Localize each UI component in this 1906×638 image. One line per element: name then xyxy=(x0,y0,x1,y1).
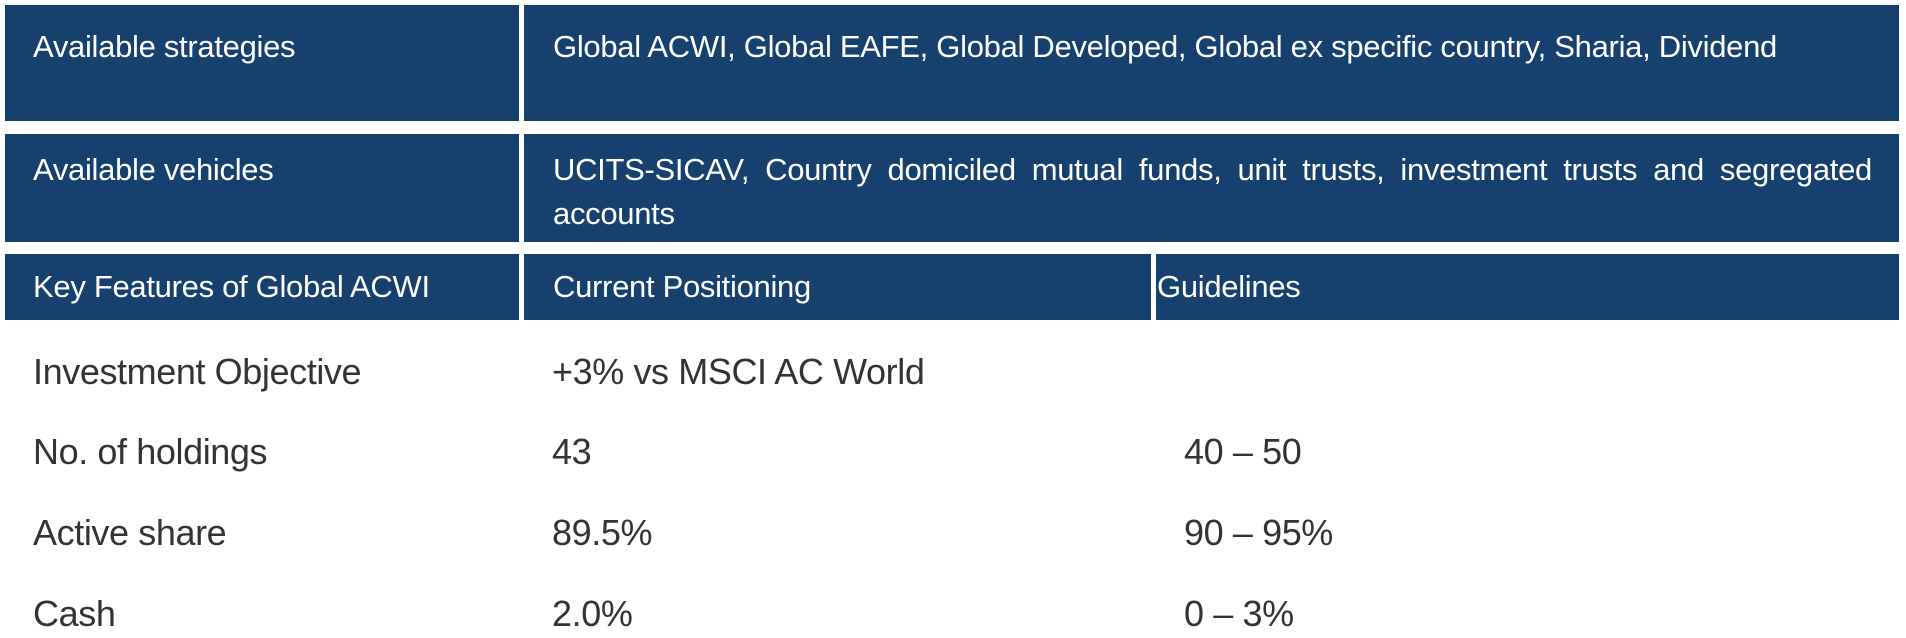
feature-label: No. of holdings xyxy=(33,431,268,472)
strategies-label-cell: Available strategies xyxy=(5,5,519,121)
strategies-label: Available strategies xyxy=(33,29,296,64)
header-guidelines: Guidelines xyxy=(1157,269,1301,304)
header-cell-current: Current Positioning xyxy=(524,254,1151,320)
strategies-value-cell: Global ACWI, Global EAFE, Global Develop… xyxy=(524,5,1899,121)
feature-label: Cash xyxy=(33,593,116,634)
header-feature: Key Features of Global ACWI xyxy=(33,269,430,304)
header-cell-guidelines: Guidelines xyxy=(1156,254,1899,320)
header-current: Current Positioning xyxy=(553,269,811,304)
current-value: +3% vs MSCI AC World xyxy=(552,351,925,392)
current-value: 2.0% xyxy=(552,593,633,634)
guideline-value: 40 – 50 xyxy=(1184,431,1302,472)
vehicles-label: Available vehicles xyxy=(33,152,274,187)
header-cell-feature: Key Features of Global ACWI xyxy=(5,254,519,320)
strategies-value: Global ACWI, Global EAFE, Global Develop… xyxy=(553,29,1777,64)
feature-label: Investment Objective xyxy=(33,351,362,392)
guideline-value: 0 – 3% xyxy=(1184,593,1294,634)
vehicles-value-cell: UCITS-SICAV, Country domiciled mutual fu… xyxy=(524,134,1899,242)
feature-label: Active share xyxy=(33,512,227,553)
vehicles-label-cell: Available vehicles xyxy=(5,134,519,242)
current-value: 89.5% xyxy=(552,512,653,553)
guideline-value: 90 – 95% xyxy=(1184,512,1333,553)
vehicles-value: UCITS-SICAV, Country domiciled mutual fu… xyxy=(553,152,1872,231)
current-value: 43 xyxy=(552,431,592,472)
